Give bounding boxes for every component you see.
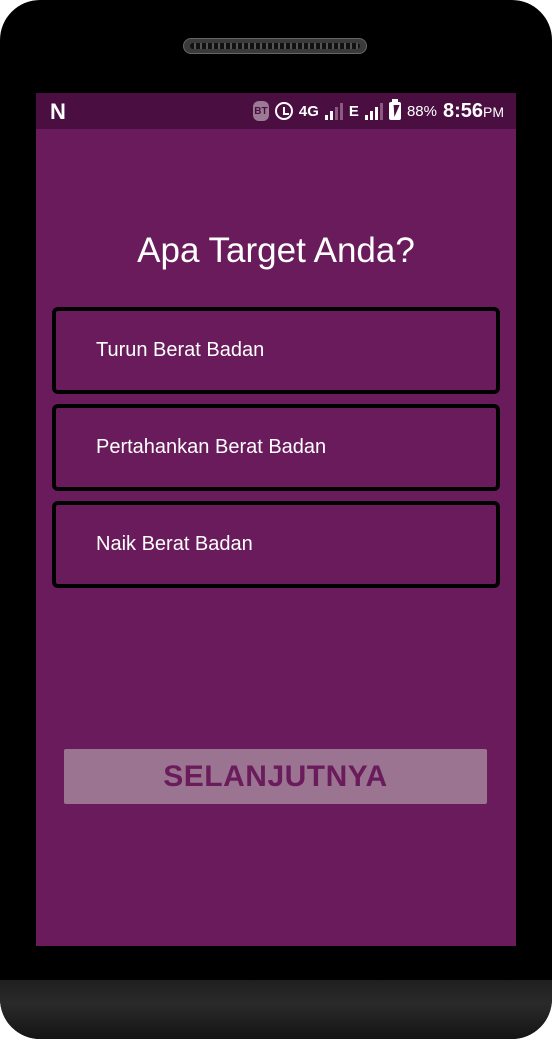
option-turun-berat-badan[interactable]: Turun Berat Badan xyxy=(52,307,500,394)
signal-strength-icon-2 xyxy=(364,102,383,120)
clock-suffix: PM xyxy=(483,103,504,120)
option-label: Turun Berat Badan xyxy=(96,339,265,361)
app-screen: N BT 4G E 88% 8:56PM Apa Target Anda? Tu… xyxy=(36,93,516,946)
option-label: Pertahankan Berat Badan xyxy=(96,436,327,458)
phone-bottom-bezel xyxy=(0,980,552,1039)
status-bar: N BT 4G E 88% 8:56PM xyxy=(36,93,516,129)
clock-time: 8:56 xyxy=(442,99,483,122)
option-label: Naik Berat Badan xyxy=(96,533,253,555)
network-4g-label: 4G xyxy=(298,102,319,120)
option-naik-berat-badan[interactable]: Naik Berat Badan xyxy=(52,501,500,588)
alarm-icon xyxy=(274,102,293,120)
notification-n-icon: N xyxy=(50,99,66,124)
status-icons: BT 4G E 88% 8:56PM xyxy=(252,99,504,123)
battery-percent: 88% xyxy=(406,102,437,120)
next-button[interactable]: SELANJUTNYA xyxy=(64,749,487,804)
signal-strength-icon xyxy=(324,102,343,120)
battery-charging-icon xyxy=(388,99,401,120)
option-pertahankan-berat-badan[interactable]: Pertahankan Berat Badan xyxy=(52,404,500,491)
network-e-label: E xyxy=(348,102,359,120)
clock: 8:56PM xyxy=(443,100,504,123)
phone-frame: N BT 4G E 88% 8:56PM Apa Target Anda? Tu… xyxy=(0,0,552,1039)
phone-speaker xyxy=(183,38,367,54)
page-title: Apa Target Anda? xyxy=(137,231,415,270)
bluetooth-icon: BT xyxy=(252,101,269,121)
